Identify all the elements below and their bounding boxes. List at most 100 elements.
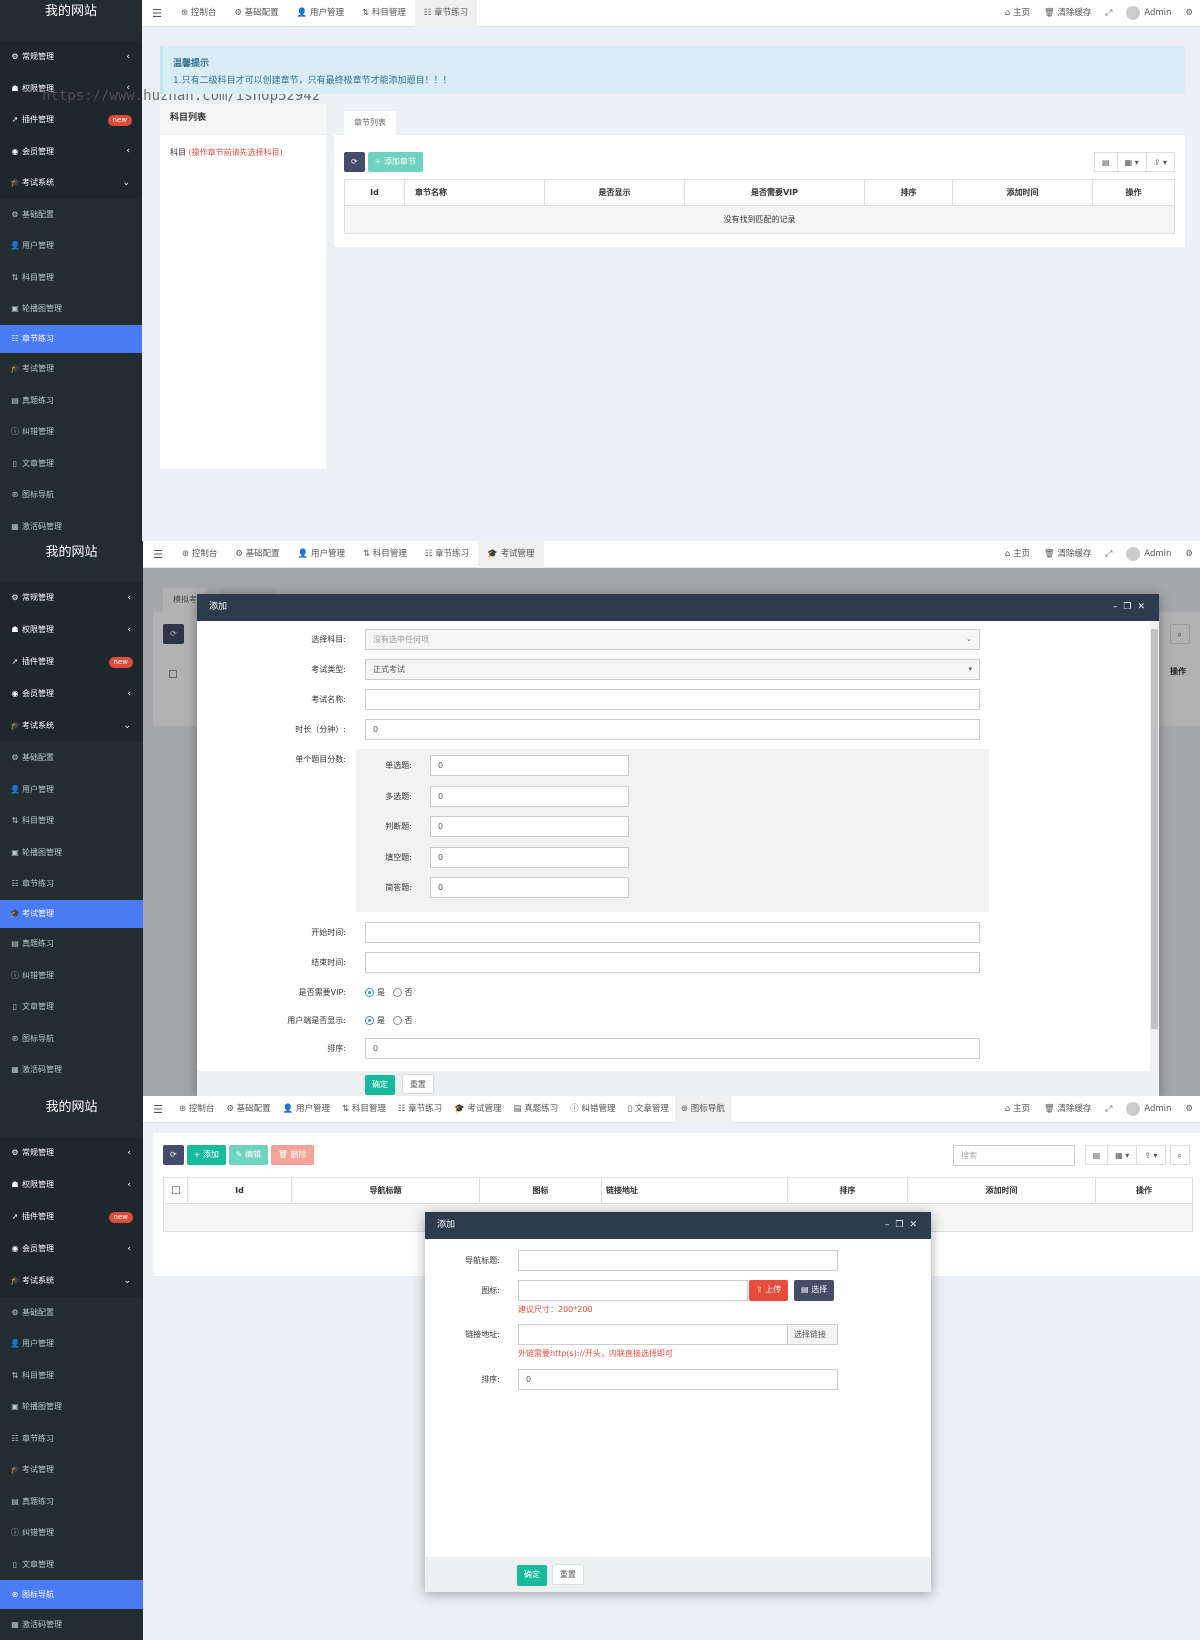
minimize-icon[interactable]: – [1113, 602, 1124, 612]
menu-plugin[interactable]: ➚ 插件管理 new [0, 646, 143, 678]
tab-chapter-practice[interactable]: ☷ 章节练习 [392, 1096, 448, 1123]
sidebar-item-basic-config[interactable]: ⚙ 基础配置 [0, 199, 142, 230]
sidebar-item-icon-nav[interactable]: ⊛ 图标导航 [0, 1580, 143, 1609]
tab-chapter-practice[interactable]: ☷ 章节练习 [416, 541, 478, 568]
fill-blank-score-input[interactable]: 0 [430, 847, 629, 868]
sidebar-item-basic-config[interactable]: ⚙ 基础配置 [0, 742, 143, 774]
settings-gear-icon[interactable]: ⚙ [1178, 0, 1200, 27]
tab-dashboard[interactable]: ⊛ 控制台 [172, 0, 225, 27]
tab-icon-nav[interactable]: ⊛ 图标导航 [674, 1096, 731, 1123]
clear-cache-link[interactable]: 🗑 清除缓存 [1037, 1096, 1099, 1123]
vip-yes-radio[interactable] [365, 988, 374, 997]
sidebar-item-activation[interactable]: ▦ 激活码管理 [0, 511, 142, 541]
sidebar-item-icon-nav[interactable]: ⊛ 图标导航 [0, 1023, 143, 1054]
columns-icon[interactable]: ▦ ▾ [1116, 152, 1147, 172]
settings-gear-icon[interactable]: ⚙ [1178, 541, 1200, 568]
tab-subjects[interactable]: ⇅ 科目管理 [336, 1096, 392, 1123]
sidebar-item-users[interactable]: 👤 用户管理 [0, 1328, 143, 1360]
tab-articles[interactable]: ▯ 文章管理 [621, 1096, 674, 1123]
sidebar-item-subjects[interactable]: ⇅ 科目管理 [0, 262, 142, 293]
close-icon[interactable]: ✕ [1137, 602, 1151, 612]
menu-general[interactable]: ⚙ 常规管理 ‹ [0, 582, 143, 614]
tab-subjects[interactable]: ⇅ 科目管理 [354, 541, 416, 568]
tab-users[interactable]: 👤 用户管理 [289, 541, 354, 568]
maximize-icon[interactable]: ❐ [1123, 602, 1137, 612]
menu-general[interactable]: ⚙ 常规管理 ‹ [0, 1137, 143, 1169]
tab-dashboard[interactable]: ⊛ 控制台 [173, 1096, 220, 1123]
sidebar-item-chapter-practice[interactable]: ☷ 章节练习 [0, 1423, 143, 1454]
confirm-button[interactable]: 确定 [517, 1565, 547, 1586]
exam-name-input[interactable] [365, 689, 980, 710]
menu-exam-system[interactable]: 🎓 考试系统 ⌄ [0, 710, 143, 742]
sidebar-item-exam[interactable]: 🎓 考试管理 [0, 1454, 143, 1486]
sidebar-item-chapter-practice[interactable]: ☷ 章节练习 [0, 868, 143, 900]
sidebar-item-icon-nav[interactable]: ⊛ 图标导航 [0, 479, 142, 511]
window-controls[interactable]: –❐✕ [885, 1212, 923, 1239]
refresh-button[interactable]: ⟳ [163, 1145, 184, 1165]
icon-input[interactable] [518, 1280, 748, 1301]
vip-no-radio[interactable] [392, 988, 402, 997]
sidebar-item-exam[interactable]: 🎓 考试管理 [0, 353, 142, 385]
search-icon[interactable]: ⌕ [1169, 1145, 1190, 1165]
modal-scrollbar[interactable] [1150, 621, 1159, 1071]
sidebar-item-past-papers[interactable]: ▤ 真题练习 [0, 385, 142, 416]
confirm-button[interactable]: 确定 [365, 1075, 395, 1095]
menu-member[interactable]: ◉ 会员管理 ‹ [0, 1233, 143, 1265]
minimize-icon[interactable]: – [885, 1220, 896, 1230]
choose-link-button[interactable]: 选择链接 [787, 1324, 838, 1345]
tab-chapter-practice[interactable]: ☷ 章节练习 [414, 0, 478, 27]
link-input[interactable] [518, 1324, 788, 1345]
admin-menu[interactable]: Admin [1119, 0, 1178, 27]
sidebar-item-articles[interactable]: ▯ 文章管理 [0, 991, 143, 1023]
nav-title-input[interactable] [518, 1250, 838, 1271]
menu-toggle-icon[interactable]: ☰ [143, 1103, 173, 1116]
tab-users[interactable]: 👤 用户管理 [277, 1096, 336, 1123]
settings-gear-icon[interactable]: ⚙ [1178, 1096, 1200, 1123]
sidebar-item-activation[interactable]: ▦ 激活码管理 [0, 1054, 143, 1086]
fullscreen-icon[interactable]: ⤢ [1098, 541, 1119, 568]
subject-tree[interactable]: 科目 (操作章节前请先选择科目) [160, 135, 326, 170]
single-choice-score-input[interactable]: 0 [430, 755, 629, 776]
clear-cache-link[interactable]: 🗑 清除缓存 [1037, 0, 1099, 27]
sidebar-item-corrections[interactable]: ⓘ 纠错管理 [0, 1517, 143, 1549]
toggle-view-icon[interactable]: ▤ [1094, 152, 1118, 172]
sidebar-item-subjects[interactable]: ⇅ 科目管理 [0, 1360, 143, 1391]
sidebar-item-corrections[interactable]: ⓘ 纠错管理 [0, 416, 142, 448]
fullscreen-icon[interactable]: ⤢ [1098, 0, 1119, 27]
menu-permission[interactable]: ☗ 权限管理 ‹ [0, 614, 143, 646]
tab-subjects[interactable]: ⇅ 科目管理 [353, 0, 415, 27]
start-time-input[interactable] [365, 922, 980, 943]
sidebar-item-exam[interactable]: 🎓 考试管理 [0, 900, 143, 928]
delete-button[interactable]: 🗑 删除 [270, 1145, 314, 1165]
sidebar-item-articles[interactable]: ▯ 文章管理 [0, 448, 142, 479]
columns-icon[interactable]: ▦ ▾ [1107, 1145, 1138, 1165]
menu-plugin[interactable]: ➚ 插件管理 new [0, 1201, 143, 1233]
refresh-button[interactable]: ⟳ [344, 152, 365, 172]
sidebar-item-subjects[interactable]: ⇅ 科目管理 [0, 805, 143, 837]
sidebar-item-basic-config[interactable]: ⚙ 基础配置 [0, 1297, 143, 1328]
sidebar-item-activation[interactable]: ▦ 激活码管理 [0, 1609, 143, 1640]
tab-chapter-list[interactable]: 章节列表 [344, 111, 396, 135]
choose-button[interactable]: ▤ 选择 [794, 1280, 835, 1301]
reset-button[interactable]: 重置 [551, 1564, 584, 1585]
toggle-view-icon[interactable]: ▤ [1084, 1145, 1109, 1165]
upload-button[interactable]: ⇪ 上传 [749, 1280, 789, 1301]
admin-menu[interactable]: Admin [1119, 1096, 1178, 1123]
close-icon[interactable]: ✕ [909, 1220, 923, 1230]
sidebar-item-past-papers[interactable]: ▤ 真题练习 [0, 1486, 143, 1517]
sidebar-item-chapter-practice[interactable]: ☷ 章节练习 [0, 325, 142, 353]
menu-exam-system[interactable]: 🎓 考试系统 ⌄ [0, 167, 142, 199]
export-icon[interactable]: ⇪ ▾ [1145, 152, 1175, 172]
menu-toggle-icon[interactable]: ☰ [143, 548, 173, 561]
tab-exam[interactable]: 🎓 考试管理 [448, 1096, 507, 1123]
subject-select[interactable]: 没有选中任何项 ⌄ [365, 629, 980, 650]
reset-button[interactable]: 重置 [401, 1074, 434, 1094]
sidebar-item-users[interactable]: 👤 用户管理 [0, 774, 143, 805]
sidebar-item-articles[interactable]: ▯ 文章管理 [0, 1549, 143, 1580]
tab-basic-config[interactable]: ⚙ 基础配置 [225, 0, 287, 27]
window-controls[interactable]: –❐✕ [1113, 594, 1151, 621]
sidebar-item-carousel[interactable]: ▣ 轮播图管理 [0, 293, 142, 325]
home-link[interactable]: ⌂ 主页 [998, 541, 1037, 568]
menu-general[interactable]: ⚙ 常规管理 ‹ [0, 41, 142, 73]
show-no-radio[interactable] [392, 1016, 402, 1025]
